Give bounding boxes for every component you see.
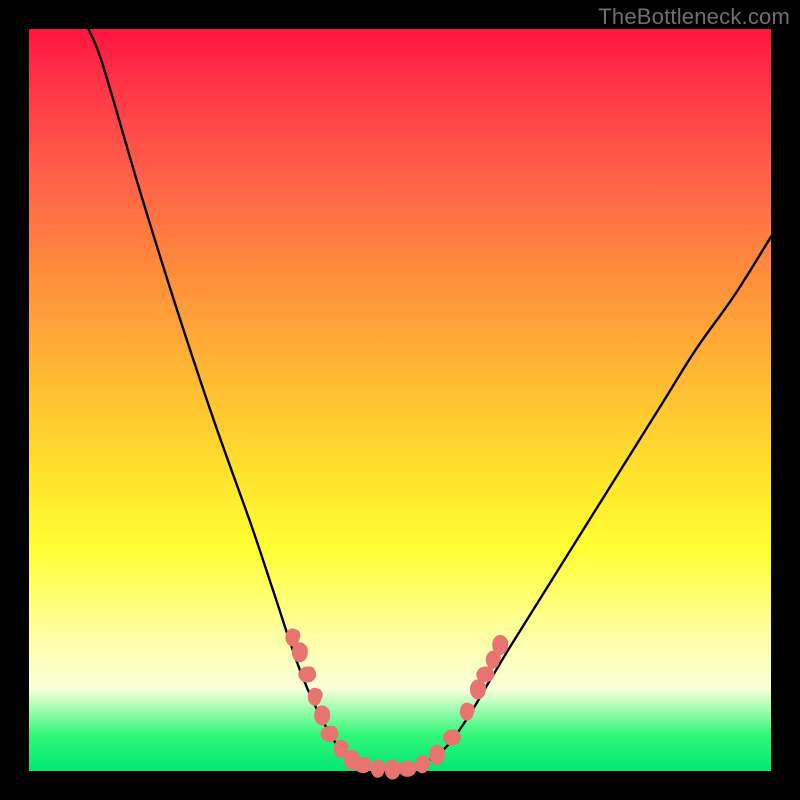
curve-marker	[308, 688, 323, 706]
curve-marker	[460, 703, 475, 721]
curve-marker	[298, 667, 316, 683]
plot-area	[29, 29, 771, 771]
curve-marker	[371, 760, 386, 778]
watermark-text: TheBottleneck.com	[598, 4, 790, 30]
curve-marker	[292, 642, 308, 662]
curve-marker	[470, 679, 486, 699]
curve-marker	[429, 745, 445, 765]
curve-marker	[314, 705, 330, 725]
curve-marker	[398, 761, 416, 777]
curve-marker	[385, 760, 401, 780]
curve-marker	[492, 635, 508, 655]
bottleneck-curve	[88, 29, 771, 772]
curve-marker	[415, 755, 430, 773]
curve-marker	[321, 726, 339, 742]
chart-frame: TheBottleneck.com	[0, 0, 800, 800]
curve-marker	[443, 730, 461, 746]
curve-marker	[354, 757, 372, 773]
bottleneck-curve-svg	[29, 29, 771, 771]
curve-marker	[476, 667, 494, 683]
